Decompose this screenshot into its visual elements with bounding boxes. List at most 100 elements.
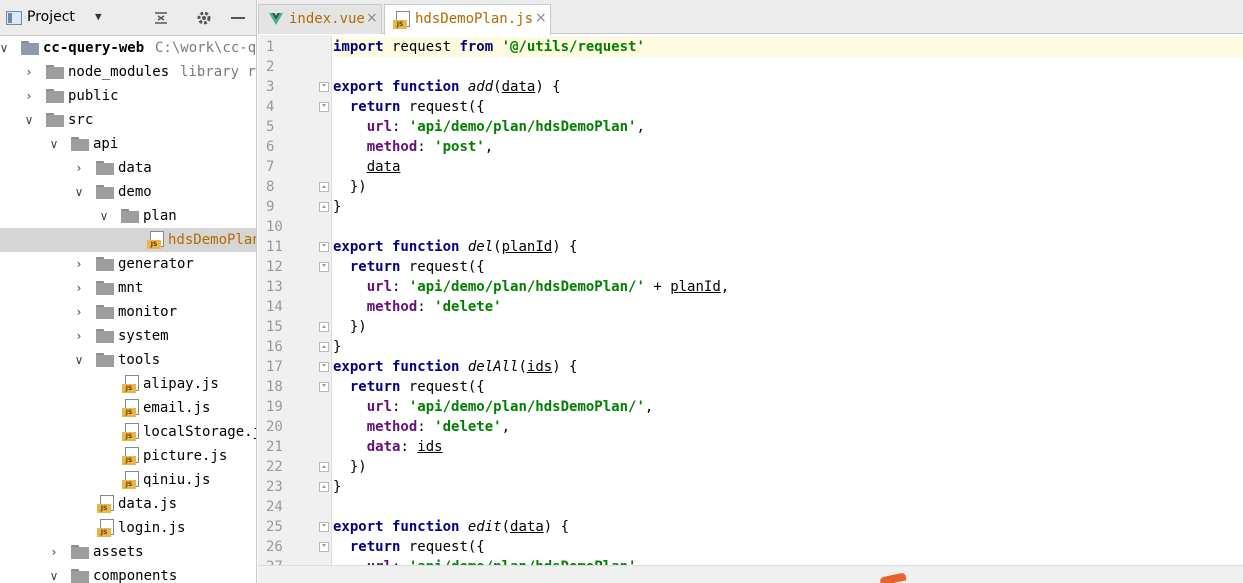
code-token: 'delete' bbox=[434, 299, 502, 315]
js-badge: JS bbox=[122, 384, 136, 393]
folder-icon bbox=[96, 329, 114, 343]
fold-marker-icon[interactable] bbox=[319, 82, 329, 92]
chevron-down-icon[interactable]: ▼ bbox=[95, 10, 102, 23]
tree-item[interactable]: JS hdsDemoPlan bbox=[0, 228, 256, 252]
tree-item-hint: library ro bbox=[180, 64, 257, 80]
js-badge: JS bbox=[122, 480, 136, 489]
code-token: return bbox=[349, 259, 401, 275]
code-line: }) bbox=[333, 177, 367, 197]
chevron-down-icon[interactable]: ∨ bbox=[97, 204, 111, 228]
code-token: method bbox=[366, 419, 418, 435]
close-icon[interactable]: × bbox=[366, 10, 378, 26]
tree-item[interactable]: ∨ api bbox=[0, 132, 256, 156]
line-number: 22 bbox=[266, 459, 283, 475]
line-number: 10 bbox=[266, 219, 283, 235]
line-number: 5 bbox=[266, 119, 275, 135]
chevron-right-icon[interactable]: › bbox=[72, 276, 86, 300]
chevron-down-icon[interactable]: ∨ bbox=[47, 564, 61, 583]
tree-item[interactable]: › assets bbox=[0, 540, 256, 564]
line-number: 25 bbox=[266, 519, 283, 535]
code-token: data bbox=[366, 159, 401, 175]
fold-marker-icon[interactable] bbox=[319, 482, 329, 492]
code-token: planId bbox=[670, 279, 721, 295]
code-token: ) { bbox=[543, 519, 570, 535]
code-token: , bbox=[720, 279, 730, 295]
fold-marker-icon[interactable] bbox=[319, 542, 329, 552]
chevron-right-icon[interactable]: › bbox=[22, 84, 36, 108]
code-token: ( bbox=[493, 79, 502, 95]
line-number: 15 bbox=[266, 319, 283, 335]
tree-item[interactable]: › node_modules library ro bbox=[0, 60, 257, 84]
chevron-down-icon[interactable]: ∨ bbox=[47, 132, 61, 156]
fold-marker-icon[interactable] bbox=[319, 322, 329, 332]
tree-item[interactable]: › public bbox=[0, 84, 256, 108]
tree-item-label: src bbox=[68, 112, 94, 128]
close-icon[interactable]: × bbox=[535, 10, 547, 26]
gear-icon[interactable] bbox=[194, 8, 214, 28]
tree-item[interactable]: ∨ demo bbox=[0, 180, 256, 204]
tree-item-label: public bbox=[68, 88, 119, 104]
tree-item[interactable]: JS picture.js bbox=[0, 444, 256, 468]
chevron-right-icon[interactable]: › bbox=[72, 324, 86, 348]
code-line: method: 'post', bbox=[333, 137, 493, 157]
tree-item[interactable]: JS localStorage.j bbox=[0, 420, 256, 444]
code-editor: index.vue × JS hdsDemoPlan.js × 1 2 3 4 5 6 7 8 9 10 1… bbox=[258, 0, 1243, 583]
chevron-right-icon[interactable]: › bbox=[22, 60, 36, 84]
fold-marker-icon[interactable] bbox=[319, 182, 329, 192]
tree-item[interactable]: JS email.js bbox=[0, 396, 256, 420]
chevron-right-icon[interactable]: › bbox=[47, 540, 61, 564]
horizontal-scrollbar[interactable] bbox=[258, 565, 1243, 583]
tree-item[interactable]: JS qiniu.js bbox=[0, 468, 256, 492]
code-token: : bbox=[417, 419, 435, 435]
fold-marker-icon[interactable] bbox=[319, 202, 329, 212]
minimize-icon[interactable] bbox=[228, 8, 248, 28]
tree-item[interactable]: JS alipay.js bbox=[0, 372, 256, 396]
chevron-down-icon[interactable]: ∨ bbox=[72, 348, 86, 372]
tree-item[interactable]: › data bbox=[0, 156, 256, 180]
line-number: 11 bbox=[266, 239, 283, 255]
fold-marker-icon[interactable] bbox=[319, 382, 329, 392]
code-area[interactable]: import request from '@/utils/request' exp… bbox=[333, 35, 1243, 565]
code-token: }) bbox=[333, 459, 367, 475]
tree-item[interactable]: ∨ components bbox=[0, 564, 256, 583]
fold-marker-icon[interactable] bbox=[319, 242, 329, 252]
line-number: 1 bbox=[266, 39, 275, 55]
chevron-right-icon[interactable]: › bbox=[72, 300, 86, 324]
fold-marker-icon[interactable] bbox=[319, 342, 329, 352]
fold-marker-icon[interactable] bbox=[319, 262, 329, 272]
tree-item[interactable]: › mnt bbox=[0, 276, 256, 300]
chevron-down-icon[interactable]: ∨ bbox=[22, 108, 36, 132]
project-title[interactable]: Project bbox=[27, 9, 75, 25]
module-icon bbox=[21, 41, 39, 55]
fold-marker-icon[interactable] bbox=[319, 102, 329, 112]
tree-item[interactable]: ∨ tools bbox=[0, 348, 256, 372]
code-line: export function add(data) { bbox=[333, 77, 561, 97]
chevron-down-icon[interactable]: ∨ bbox=[72, 180, 86, 204]
collapse-all-icon[interactable] bbox=[151, 8, 171, 28]
chevron-down-icon[interactable]: ∨ bbox=[0, 36, 11, 60]
code-token: request({ bbox=[400, 539, 485, 555]
code-line: url: 'api/demo/plan/hdsDemoPlan/' + plan… bbox=[333, 277, 729, 297]
tree-item[interactable]: JS login.js bbox=[0, 516, 256, 540]
tree-item[interactable]: JS data.js bbox=[0, 492, 256, 516]
js-file-icon: JS bbox=[122, 399, 139, 417]
tab-index-vue[interactable]: index.vue × bbox=[258, 4, 382, 34]
fold-marker-icon[interactable] bbox=[319, 522, 329, 532]
fold-marker-icon[interactable] bbox=[319, 462, 329, 472]
tree-item[interactable]: › generator bbox=[0, 252, 256, 276]
code-line: url: 'api/demo/plan/hdsDemoPlan', bbox=[333, 117, 645, 137]
tree-item[interactable]: › monitor bbox=[0, 300, 256, 324]
code-line: return request({ bbox=[333, 257, 485, 277]
line-number: 18 bbox=[266, 379, 283, 395]
tree-item[interactable]: ∨ src bbox=[0, 108, 256, 132]
chevron-right-icon[interactable]: › bbox=[72, 252, 86, 276]
fold-marker-icon[interactable] bbox=[319, 362, 329, 372]
tree-item[interactable]: › system bbox=[0, 324, 256, 348]
tree-item[interactable]: ∨ plan bbox=[0, 204, 256, 228]
tree-item[interactable]: ∨ cc-query-web C:\work\cc-q bbox=[0, 36, 256, 60]
tab-hds-demo-plan-js[interactable]: JS hdsDemoPlan.js × bbox=[384, 4, 551, 35]
chevron-right-icon[interactable]: › bbox=[72, 156, 86, 180]
